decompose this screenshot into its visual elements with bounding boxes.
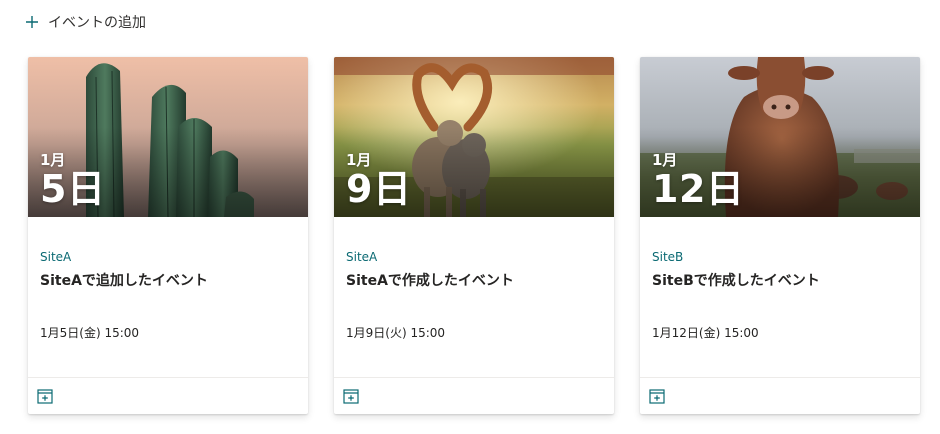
event-day: 9日 (346, 167, 412, 211)
event-title[interactable]: SiteBで作成したイベント (652, 271, 908, 291)
event-title[interactable]: SiteAで追加したイベント (40, 271, 296, 291)
event-date-overlay: 1月 12日 (652, 151, 744, 209)
cactus-photo: 1月 5日 (28, 57, 308, 217)
cow-photo: 1月 12日 (640, 57, 920, 217)
add-event-button[interactable]: イベントの追加 (24, 10, 146, 34)
event-card-footer (334, 377, 614, 414)
add-to-calendar-icon[interactable] (648, 387, 666, 405)
event-card[interactable]: 1月 9日 SiteA SiteAで作成したイベント 1月9日(火) 15:00 (334, 57, 614, 414)
event-card-list: 1月 5日 SiteA SiteAで追加したイベント 1月5日(金) 15:00 (28, 57, 920, 414)
event-date-overlay: 1月 5日 (40, 151, 105, 209)
event-day: 5日 (40, 167, 106, 211)
event-datetime: 1月12日(金) 15:00 (652, 326, 759, 340)
add-to-calendar-icon[interactable] (342, 387, 360, 405)
event-card[interactable]: 1月 12日 SiteB SiteBで作成したイベント 1月12日(金) 15:… (640, 57, 920, 414)
add-event-label: イベントの追加 (48, 15, 146, 31)
event-site-name: SiteA (40, 250, 72, 264)
event-title[interactable]: SiteAで作成したイベント (346, 271, 602, 291)
add-to-calendar-icon[interactable] (36, 387, 54, 405)
cats-photo: 1月 9日 (334, 57, 614, 217)
event-site-name: SiteB (652, 250, 684, 264)
plus-icon (24, 14, 40, 30)
event-datetime: 1月5日(金) 15:00 (40, 326, 140, 340)
event-datetime: 1月9日(火) 15:00 (346, 326, 446, 340)
event-card-footer (640, 377, 920, 414)
event-day: 12日 (652, 167, 745, 211)
event-card[interactable]: 1月 5日 SiteA SiteAで追加したイベント 1月5日(金) 15:00 (28, 57, 308, 414)
event-date-overlay: 1月 9日 (346, 151, 411, 209)
event-site-name: SiteA (346, 250, 378, 264)
event-card-footer (28, 377, 308, 414)
